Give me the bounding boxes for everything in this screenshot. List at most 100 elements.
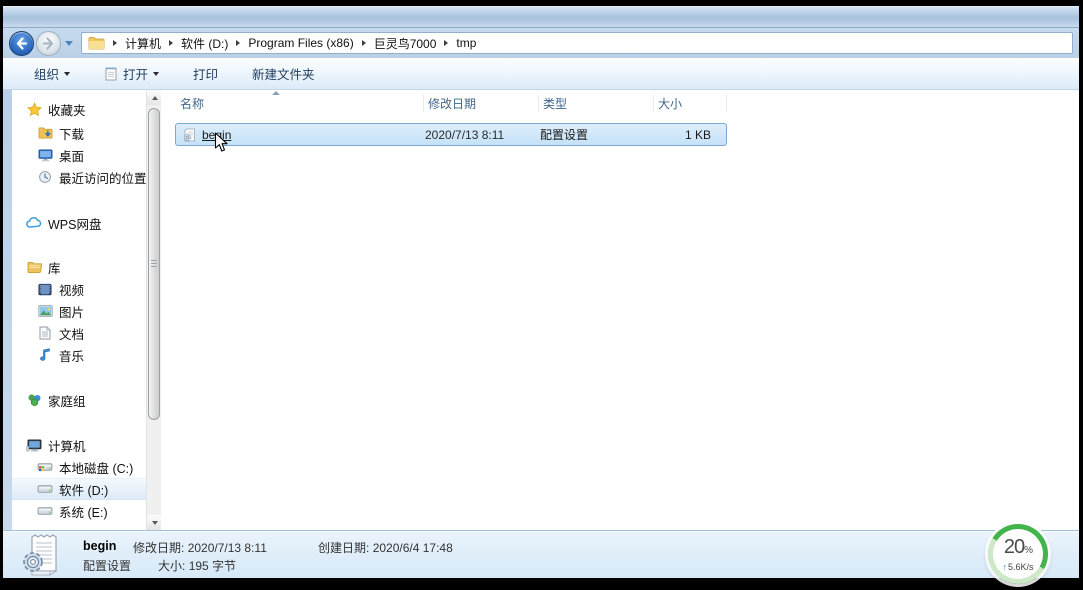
homegroup-icon xyxy=(26,392,42,408)
sidebar-label: 文档 xyxy=(59,324,84,343)
sidebar-item-desktop[interactable]: 桌面 xyxy=(12,144,146,166)
downloads-folder-icon xyxy=(37,125,53,141)
sidebar-item-music[interactable]: 音乐 xyxy=(12,344,146,366)
document-icon xyxy=(37,325,53,341)
sidebar-label: 库 xyxy=(48,258,61,277)
recent-places-icon xyxy=(37,169,53,185)
breadcrumb-separator-icon xyxy=(113,40,117,46)
breadcrumb-computer[interactable]: 计算机 xyxy=(125,35,161,52)
sort-ascending-indicator-icon xyxy=(272,91,280,95)
sidebar-item-drive-d[interactable]: 软件 (D:) xyxy=(12,478,146,500)
sidebar-label: 音乐 xyxy=(59,346,84,365)
sidebar-item-pictures[interactable]: 图片 xyxy=(12,300,146,322)
sidebar-item-drive-c[interactable]: 本地磁盘 (C:) xyxy=(12,456,146,478)
cloud-icon xyxy=(26,215,42,231)
badge-speed-value: 5.6K/s xyxy=(1008,562,1034,572)
notepad-icon xyxy=(104,66,118,81)
drive-d-icon xyxy=(37,481,53,497)
sidebar-label: 收藏夹 xyxy=(48,100,86,119)
sidebar-group-computer[interactable]: 计算机 xyxy=(12,434,146,456)
details-file-type: 配置设置 xyxy=(83,557,131,574)
open-label: 打开 xyxy=(123,64,148,83)
address-row: 计算机 软件 (D:) Program Files (x86) 巨灵鸟7000 … xyxy=(3,28,1079,58)
scrollbar-thumb[interactable] xyxy=(148,108,160,420)
sidebar-label: 本地磁盘 (C:) xyxy=(59,458,133,477)
library-folder-icon xyxy=(26,259,42,275)
details-file-name: begin xyxy=(83,539,116,553)
upload-arrow-icon: ↑ xyxy=(1002,562,1007,572)
titlebar[interactable] xyxy=(3,6,1079,28)
sidebar-label: 软件 (D:) xyxy=(59,480,108,499)
triangle-up-icon xyxy=(152,96,158,100)
drive-e-icon xyxy=(37,503,53,519)
sidebar-group-libraries[interactable]: 库 xyxy=(12,256,146,278)
config-file-icon xyxy=(183,128,197,142)
thumb-grip-icon xyxy=(151,260,157,269)
column-headers: 名称 修改日期 类型 大小 xyxy=(161,90,1079,116)
sidebar-label: 下载 xyxy=(59,124,84,143)
video-icon xyxy=(37,281,53,297)
column-header-modified[interactable]: 修改日期 xyxy=(424,94,539,112)
sidebar-group-favorites[interactable]: 收藏夹 xyxy=(12,98,146,120)
badge-percent-sign: % xyxy=(1024,545,1032,556)
navigation-pane: 收藏夹 下载 桌面 最 xyxy=(12,90,146,530)
recent-pages-dropdown-icon[interactable] xyxy=(65,41,73,46)
scroll-up-button[interactable] xyxy=(147,90,162,105)
print-label: 打印 xyxy=(193,64,218,83)
sidebar-label: WPS网盘 xyxy=(48,214,101,233)
breadcrumb-separator-icon xyxy=(362,40,366,46)
sidebar-item-downloads[interactable]: 下载 xyxy=(12,122,146,144)
forward-arrow-icon xyxy=(42,37,55,50)
sidebar-label: 家庭组 xyxy=(48,391,86,410)
chevron-down-icon xyxy=(153,72,159,76)
breadcrumb-separator-icon xyxy=(169,40,173,46)
triangle-down-icon xyxy=(152,521,158,525)
sidebar-scrollbar[interactable] xyxy=(146,90,161,530)
breadcrumb-program-files[interactable]: Program Files (x86) xyxy=(248,36,353,50)
file-row-begin[interactable]: begin 2020/7/13 8:11 配置设置 1 KB xyxy=(175,123,727,146)
video-frame: 计算机 软件 (D:) Program Files (x86) 巨灵鸟7000 … xyxy=(0,0,1083,590)
column-header-type[interactable]: 类型 xyxy=(539,94,654,112)
sidebar-group-homegroup[interactable]: 家庭组 xyxy=(12,389,146,411)
file-type: 配置设置 xyxy=(536,126,651,143)
breadcrumb-separator-icon xyxy=(444,40,448,46)
breadcrumb-tmp[interactable]: tmp xyxy=(456,36,476,50)
scroll-down-button[interactable] xyxy=(147,515,162,530)
explorer-window: 计算机 软件 (D:) Program Files (x86) 巨灵鸟7000 … xyxy=(3,6,1079,578)
desktop-icon xyxy=(37,147,53,163)
window-left-frame xyxy=(3,90,12,530)
folder-icon xyxy=(88,36,105,50)
badge-content: 20% ↑5.6K/s xyxy=(993,529,1043,579)
details-pane: begin 修改日期: 2020/7/13 8:11 创建日期: 2020/6/… xyxy=(3,530,1079,578)
forward-button[interactable] xyxy=(36,31,61,56)
new-folder-button[interactable]: 新建文件夹 xyxy=(246,60,321,87)
sidebar-item-recent-places[interactable]: 最近访问的位置 xyxy=(12,166,146,188)
file-size: 1 KB xyxy=(651,128,717,142)
column-header-size[interactable]: 大小 xyxy=(654,94,727,112)
sidebar-item-videos[interactable]: 视频 xyxy=(12,278,146,300)
address-bar[interactable]: 计算机 软件 (D:) Program Files (x86) 巨灵鸟7000 … xyxy=(81,32,1073,54)
network-speed-badge[interactable]: 20% ↑5.6K/s xyxy=(988,524,1048,584)
star-icon xyxy=(26,101,42,117)
badge-percent: 20 xyxy=(1004,536,1024,558)
sidebar-group-wps-cloud[interactable]: WPS网盘 xyxy=(12,212,146,234)
main-area: 收藏夹 下载 桌面 最 xyxy=(3,90,1079,530)
sidebar-item-documents[interactable]: 文档 xyxy=(12,322,146,344)
details-size: 大小: 195 字节 xyxy=(158,557,236,574)
sidebar-item-drive-e[interactable]: 系统 (E:) xyxy=(12,500,146,522)
breadcrumb-drive-d[interactable]: 软件 (D:) xyxy=(181,35,228,52)
back-button[interactable] xyxy=(9,31,34,56)
config-file-large-icon xyxy=(20,533,68,580)
print-button[interactable]: 打印 xyxy=(187,60,224,87)
open-button[interactable]: 打开 xyxy=(98,60,165,87)
file-list: 名称 修改日期 类型 大小 begin 2020/7/13 8:11 配置设置 … xyxy=(161,90,1079,530)
column-header-name[interactable]: 名称 xyxy=(176,94,424,112)
mouse-cursor-icon xyxy=(214,132,229,158)
organize-button[interactable]: 组织 xyxy=(28,60,76,87)
breadcrumb-app-folder[interactable]: 巨灵鸟7000 xyxy=(374,35,437,52)
sidebar-label: 视频 xyxy=(59,280,84,299)
picture-icon xyxy=(37,303,53,319)
drive-c-icon xyxy=(37,459,53,475)
sidebar-label: 桌面 xyxy=(59,146,84,165)
computer-icon xyxy=(26,437,42,453)
